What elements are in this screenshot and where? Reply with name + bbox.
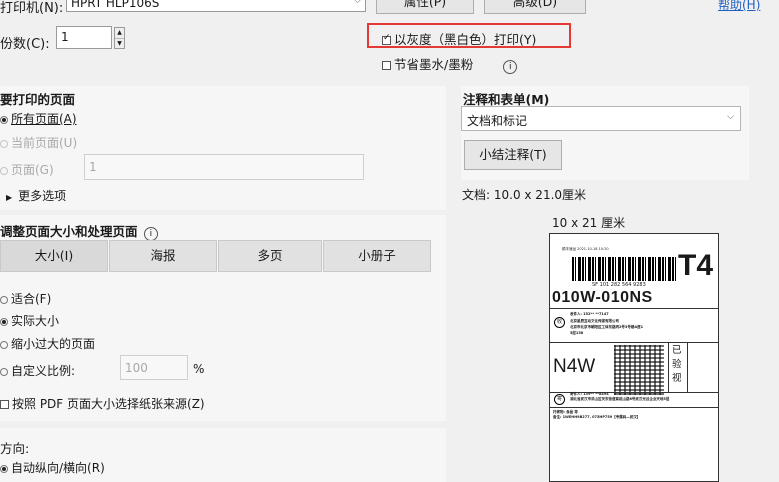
circle-mark-sender: 寄 (554, 394, 565, 405)
custom-scale-value: 100 (125, 361, 148, 375)
copies-stepper[interactable]: ▲ ▼ (114, 27, 125, 49)
page-range-input: 1 (84, 154, 364, 180)
copies-input[interactable]: 1 (56, 26, 112, 49)
chevron-down-icon: ⌵ (727, 112, 734, 122)
label-header (550, 234, 718, 242)
actual-size-radio[interactable]: 实际大小 (0, 312, 59, 329)
divider (550, 342, 718, 343)
info-icon[interactable]: i (503, 60, 518, 74)
paper-size: 10 x 21 厘米 (552, 216, 626, 230)
custom-scale-input: 100 (120, 355, 188, 380)
comments-select[interactable]: 文档和标记 ⌵ (461, 106, 741, 131)
qr-code (614, 345, 664, 395)
page-range-radio: 页面(G) (0, 161, 54, 178)
help-link[interactable]: 帮助(H) (718, 0, 760, 13)
label-top-small: 顺丰速运 2021-10-18 10:20 (562, 247, 609, 251)
doc-size: 文档: 10.0 x 21.0厘米 (462, 188, 587, 202)
grayscale-label: 以灰度（黑白色）打印(Y) (394, 32, 537, 47)
radio-on-icon[interactable] (0, 317, 8, 326)
radio-off-icon (0, 166, 8, 175)
triangle-right-icon: ▶ (6, 193, 13, 202)
custom-scale-label: 自定义比例: (11, 364, 76, 378)
tab-multiple[interactable]: 多页 (218, 240, 322, 272)
divider (550, 308, 718, 309)
auto-orientation-label: 自动纵向/横向(R) (11, 461, 105, 475)
tab-booklet[interactable]: 小册子 (323, 240, 431, 272)
tab-size[interactable]: 大小(I) (0, 240, 108, 272)
grayscale-checkbox[interactable] (382, 33, 391, 45)
receiver-line1: 收件人: 152** **7147 (570, 312, 609, 316)
more-options-toggle[interactable]: ▶ 更多选项 (6, 187, 66, 204)
sender-line2: 湖北省武汉市洪山区关东街道紫菘山路6号武汉光谷企业天地5层 (570, 397, 670, 401)
choose-source-label: 按照 PDF 页面大小选择纸张来源(Z) (12, 397, 205, 411)
grayscale-checkbox-row[interactable]: 以灰度（黑白色）打印(Y) (382, 29, 536, 48)
orientation-title: 方向: (0, 441, 30, 456)
auto-orientation-radio[interactable]: 自动纵向/横向(R) (0, 459, 105, 476)
pages-title: 要打印的页面 (0, 92, 76, 107)
area-code: N4W (553, 356, 596, 377)
radio-off-icon[interactable] (0, 367, 8, 376)
printer-label: 打印机(N): (0, 1, 64, 16)
percent-label: % (193, 362, 205, 376)
choose-source-checkbox[interactable] (0, 400, 9, 409)
radio-on-icon[interactable] (0, 464, 8, 473)
caret-up-icon[interactable]: ▲ (115, 28, 124, 39)
radio-on-icon[interactable] (0, 115, 8, 124)
copies-value: 1 (61, 30, 69, 44)
circle-mark-receiver: 收 (554, 317, 565, 328)
receiver-line4: 5层158 (570, 331, 584, 335)
save-ink-label: 节省墨水/墨粉 (394, 57, 474, 72)
current-page-label: 当前页面(U) (11, 136, 78, 150)
caret-down-icon[interactable]: ▼ (115, 39, 124, 49)
radio-off-icon[interactable] (0, 340, 8, 349)
tracking-number: SF 101 282 564 9283 (592, 282, 646, 288)
sizing-title: 调整页面大小和处理页面 i (0, 221, 158, 241)
divider (550, 407, 718, 408)
fit-radio[interactable]: 适合(F) (0, 290, 51, 307)
radio-off-icon (0, 139, 8, 148)
copies-label: 份数(C): (0, 37, 50, 52)
big-code: T4 (678, 249, 714, 282)
actual-size-label: 实际大小 (11, 314, 60, 328)
all-pages-radio[interactable]: 所有页面(A) (0, 110, 77, 127)
radio-off-icon[interactable] (0, 295, 8, 304)
orientation-panel: 方向: 自动纵向/横向(R) (0, 428, 446, 482)
save-ink-checkbox[interactable] (382, 61, 391, 70)
receiver-line3: 北京市北京市朝阳区工体东路丙2号3号楼A座1 (570, 325, 644, 329)
current-page-radio: 当前页面(U) (0, 134, 77, 151)
advanced-button[interactable]: 高级(D) (484, 0, 586, 14)
properties-button[interactable]: 属性(P) (376, 0, 474, 14)
all-pages-label: 所有页面(A) (11, 112, 77, 126)
custom-scale-radio[interactable]: 自定义比例: (0, 362, 75, 379)
save-ink-row[interactable]: 节省墨水/墨粉 i (382, 54, 518, 74)
page-range-label: 页面(G) (11, 163, 54, 177)
footer-line2: 备注: 1WEHH9B277, 075HP759【专属码—武汉】 (553, 415, 641, 419)
shrink-radio[interactable]: 缩小过大的页面 (0, 335, 95, 352)
comments-select-value: 文档和标记 (467, 114, 528, 128)
receiver-line2: 北京星辰互动文化传媒有限公司 (570, 319, 619, 323)
info-icon[interactable]: i (143, 227, 158, 241)
more-options-label: 更多选项 (18, 189, 67, 203)
route-code: 010W-010NS (552, 289, 653, 306)
summarize-comments-button[interactable]: 小结注释(T) (464, 140, 562, 170)
inspected-text: 已验视 (672, 345, 682, 384)
chevron-down-icon: ⌵ (354, 0, 361, 6)
comments-panel: 注释和表单(M) 文档和标记 ⌵ 小结注释(T) (461, 86, 749, 180)
label-preview: 顺丰速运 2021-10-18 10:20 SF 101 282 564 928… (549, 233, 719, 482)
printer-select[interactable]: HPRT HLP106S ⌵ (66, 0, 366, 12)
choose-source-row[interactable]: 按照 PDF 页面大小选择纸张来源(Z) (0, 395, 205, 412)
tab-poster[interactable]: 海报 (109, 240, 217, 272)
barcode (572, 257, 677, 281)
pages-panel: 要打印的页面 所有页面(A) 当前页面(U) 页面(G) 1 ▶ 更多选项 (0, 86, 446, 210)
printer-value: HPRT HLP106S (71, 0, 160, 10)
page-range-value: 1 (89, 160, 97, 174)
fit-label: 适合(F) (11, 292, 52, 306)
shrink-label: 缩小过大的页面 (11, 337, 96, 351)
